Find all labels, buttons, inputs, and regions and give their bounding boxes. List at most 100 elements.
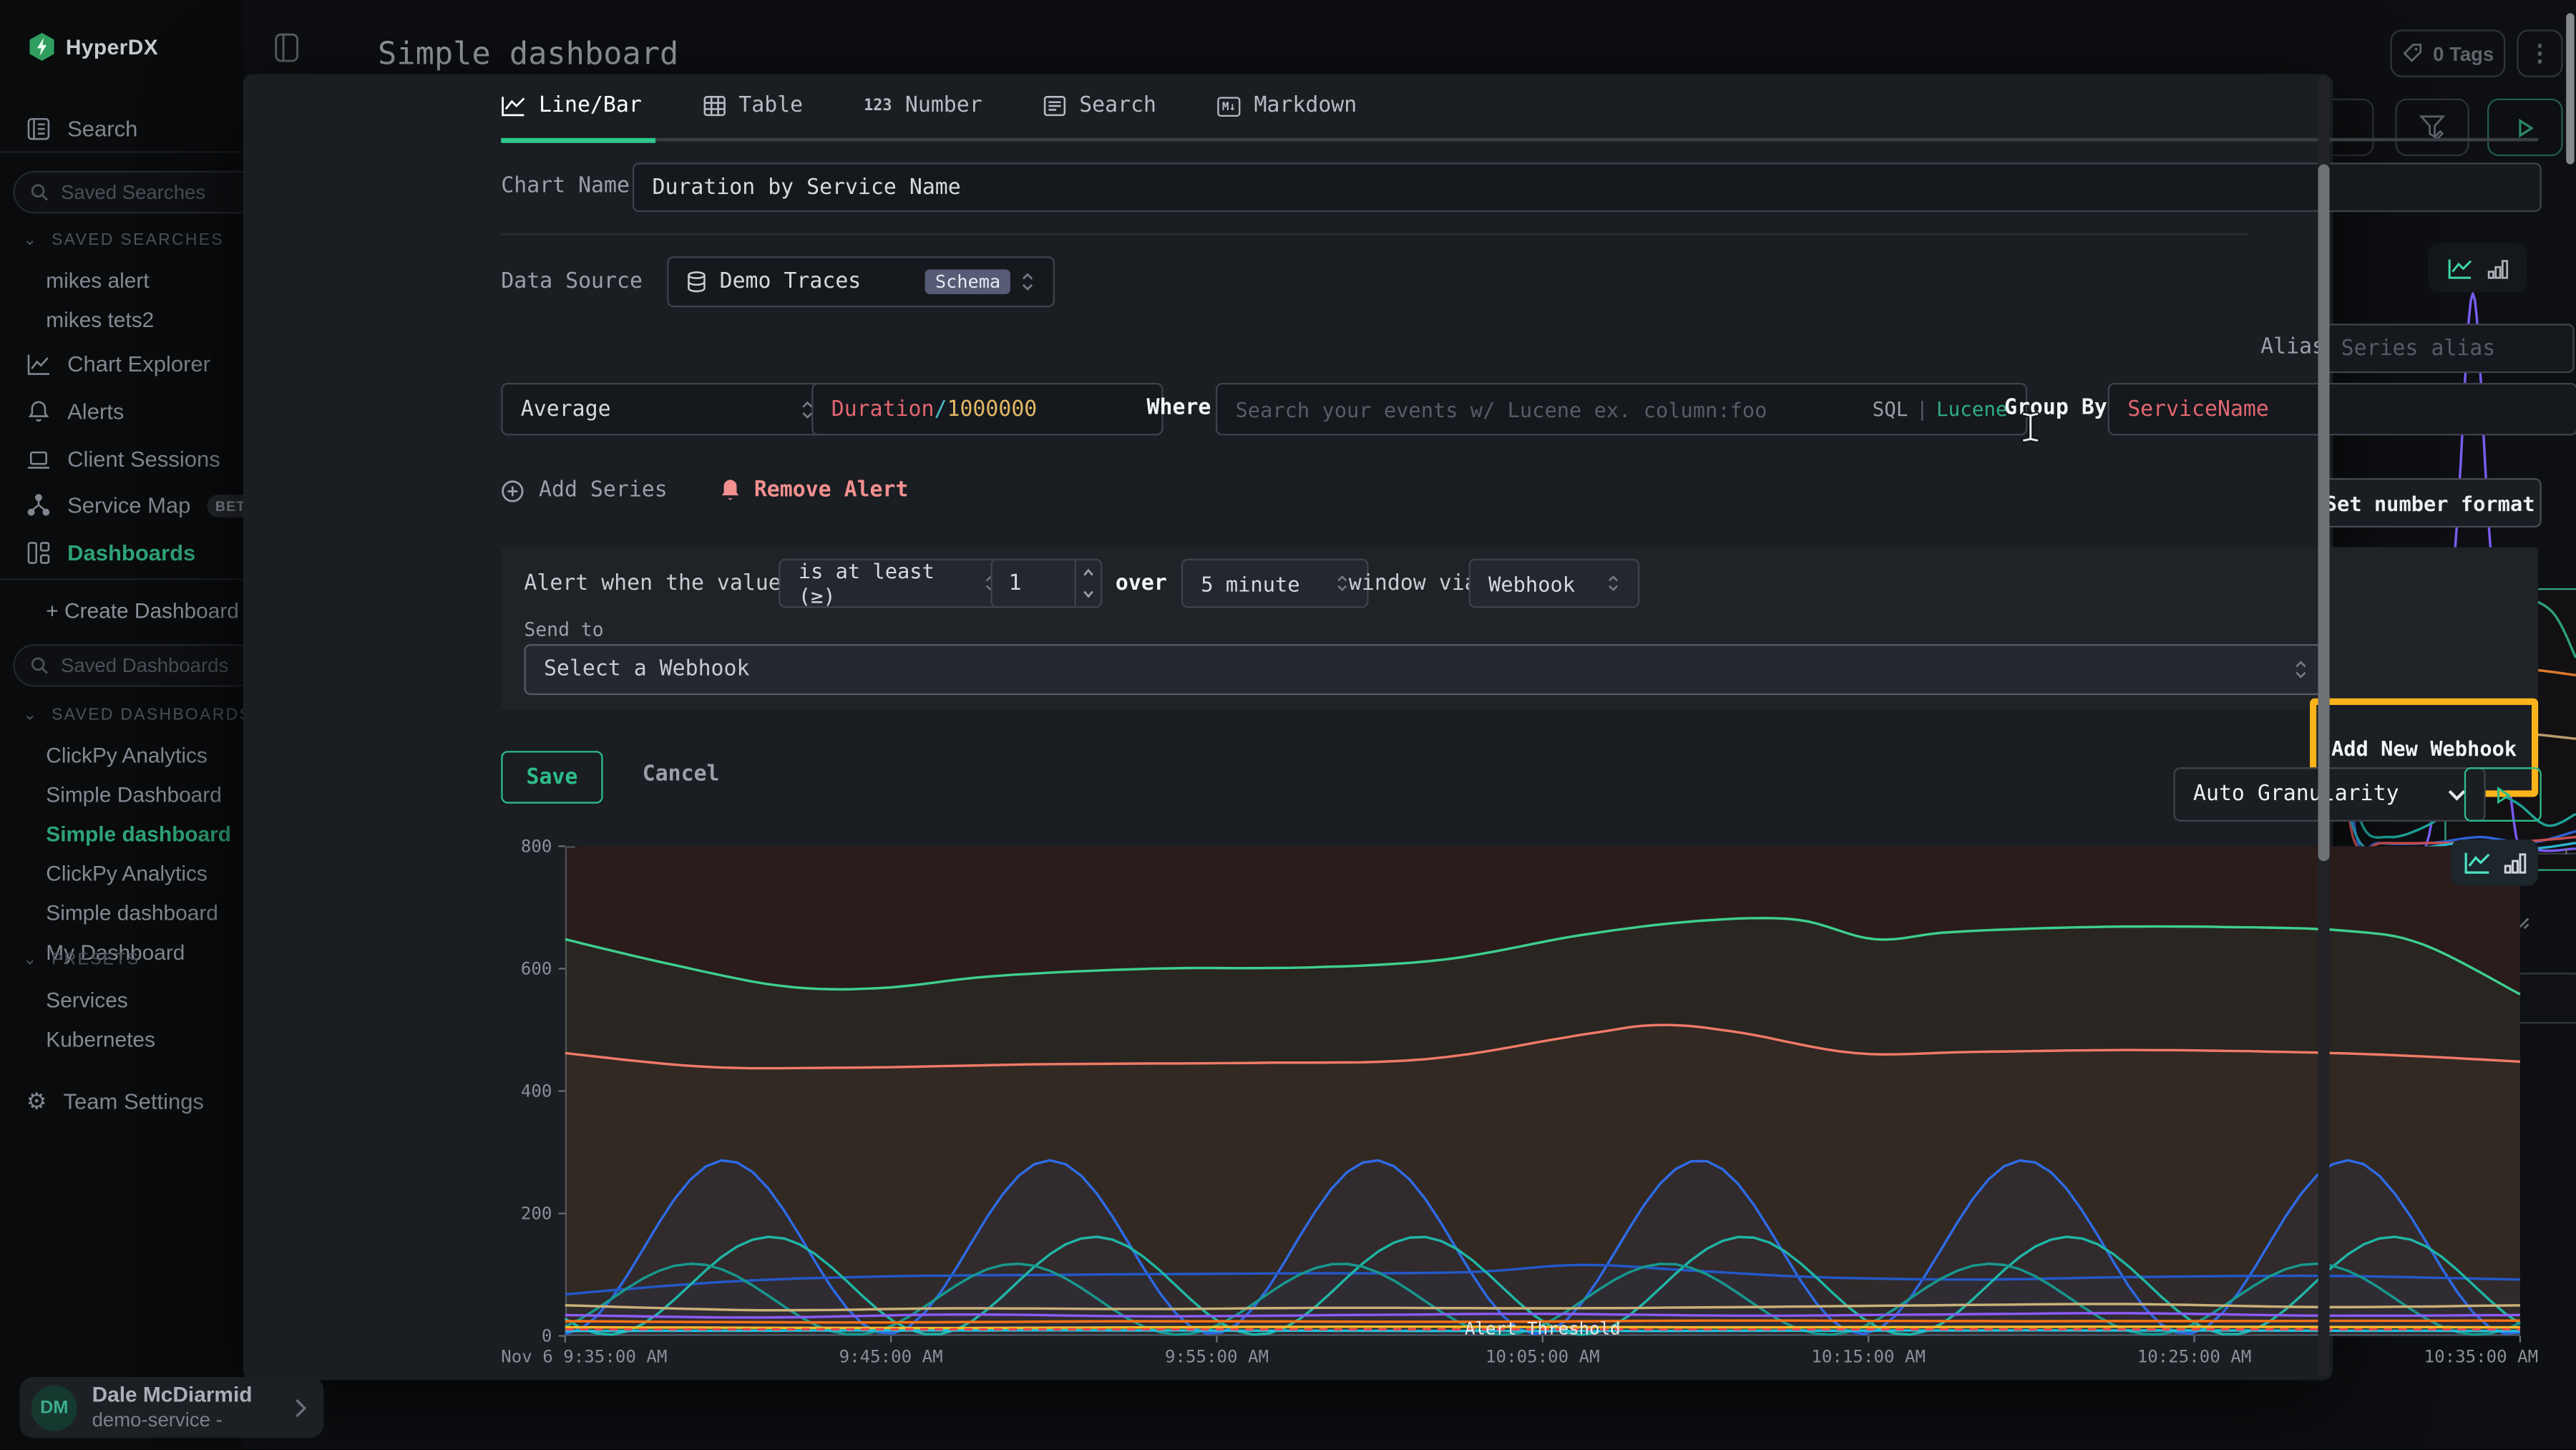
presets-header[interactable]: ⌄ PRESETS (23, 951, 243, 969)
saved-dashboard-item[interactable]: ClickPy Analytics (0, 853, 243, 892)
kebab-menu-button[interactable]: ⋮ (2517, 29, 2562, 77)
preset-item[interactable]: Kubernetes (0, 1018, 243, 1058)
saved-searches-search-input[interactable]: Saved Searches (13, 171, 259, 214)
sidebar-item-search[interactable]: Search (0, 105, 270, 153)
cancel-button[interactable]: Cancel (643, 762, 720, 787)
over-label: over (1116, 572, 1167, 596)
saved-dashboard-item[interactable]: Simple dashboard (0, 813, 243, 852)
active-tab-underline (501, 137, 655, 142)
text-cursor (2019, 411, 2042, 444)
table-icon (703, 95, 726, 117)
preset-item[interactable]: Services (0, 979, 243, 1018)
aggregation-select[interactable]: Average (501, 383, 834, 435)
expression-input[interactable]: Duration/1000000 (811, 383, 1163, 435)
preview-chart: 0200400600800Nov 6 9:35:00 AM9:45:00 AM9… (565, 846, 2520, 1335)
filter-button[interactable] (2395, 99, 2469, 156)
modal-scrollbar-thumb[interactable] (2318, 165, 2330, 861)
data-source-label: Data Source (501, 270, 643, 294)
search-placeholder: Saved Dashboards (61, 654, 228, 677)
tag-icon (2401, 43, 2423, 64)
saved-dashboard-item[interactable]: ClickPy Analytics (0, 734, 243, 774)
sidebar-item-alerts[interactable]: Alerts (0, 388, 270, 436)
alert-channel-select[interactable]: Webhook (1469, 559, 1640, 608)
search-placeholder: Saved Searches (61, 181, 205, 204)
sidebar-item-service-map[interactable]: Service Map BETA (0, 482, 270, 530)
sidebar-item-client-sessions[interactable]: Client Sessions (0, 435, 270, 483)
run-query-button[interactable] (2487, 99, 2563, 156)
saved-dashboards-header[interactable]: ⌄ SAVED DASHBOARDS (23, 706, 243, 724)
chevron-down-icon: ⌄ (23, 706, 39, 724)
tags-button[interactable]: 0 Tags (2391, 29, 2506, 77)
saved-dashboards-search-input[interactable]: Saved Dashboards (13, 644, 259, 687)
x-axis-tick-label: 10:05:00 AM (1485, 1346, 1600, 1366)
saved-dashboards-list: ClickPy AnalyticsSimple DashboardSimple … (0, 734, 243, 971)
saved-searches-header[interactable]: ⌄ SAVED SEARCHES (23, 232, 243, 250)
sidebar-item-team-settings[interactable]: ⚙ Team Settings (0, 1078, 270, 1126)
chart-explorer-icon (26, 352, 51, 375)
bar-chart-icon[interactable] (2503, 851, 2526, 874)
play-icon (2515, 117, 2535, 137)
tab-markdown[interactable]: M↓ Markdown (1217, 94, 1357, 118)
edit-chart-modal: Line/Bar Table 123 Number (243, 74, 2333, 1380)
tabs-underline (501, 138, 2538, 142)
create-dashboard-button[interactable]: + Create Dashboard (46, 598, 239, 623)
group-by-input[interactable]: ServiceName (2108, 383, 2576, 435)
service-map-icon (26, 493, 51, 517)
saved-search-item[interactable]: mikes alert (0, 260, 243, 299)
saved-dashboard-item[interactable]: Simple Dashboard (0, 774, 243, 813)
sidebar-item-chart-explorer[interactable]: Chart Explorer (0, 340, 270, 388)
chart-name-input[interactable]: Duration by Service Name (633, 162, 2542, 212)
modal-run-button[interactable] (2464, 767, 2542, 822)
saved-search-item[interactable]: mikes tets2 (0, 299, 243, 339)
chevron-right-icon (294, 1398, 307, 1418)
page-title: Simple dashboard (378, 37, 678, 73)
where-input[interactable]: Search your events w/ Lucene ex. column:… (1216, 383, 2027, 435)
add-new-webhook-button[interactable]: Add New Webhook (2331, 735, 2517, 759)
x-axis-tick-label: 10:25:00 AM (2137, 1346, 2252, 1366)
gear-icon: ⚙ (26, 1089, 47, 1115)
play-icon (2494, 784, 2512, 804)
user-menu[interactable]: DM Dale McDiarmid demo-service - (20, 1377, 324, 1438)
x-axis-tick-label: 10:35:00 AM (2424, 1346, 2539, 1366)
where-label: Where (1147, 396, 1211, 420)
save-button[interactable]: Save (501, 751, 602, 803)
database-icon (687, 271, 707, 293)
laptop-icon (26, 448, 51, 471)
sql-mode-toggle[interactable]: SQL (1873, 398, 1908, 421)
webhook-select[interactable]: Select a Webhook (524, 644, 2328, 695)
updown-carets-icon (1606, 573, 1619, 593)
saved-dashboard-item[interactable]: Simple dashboard (0, 892, 243, 932)
tab-number[interactable]: 123 Number (864, 94, 982, 118)
sidebar-item-dashboards[interactable]: Dashboards (0, 529, 270, 577)
alert-condition-select[interactable]: is at least (≥) (779, 559, 1015, 608)
sidebar-toggle-icon[interactable] (274, 33, 298, 62)
line-chart-icon[interactable] (2464, 851, 2490, 874)
y-axis-tick-label: 800 (521, 836, 552, 856)
add-series-button[interactable]: Add Series (501, 478, 668, 502)
updown-carets-icon (1020, 271, 1035, 293)
bar-chart-icon[interactable] (2487, 257, 2508, 278)
line-chart-icon[interactable] (2447, 257, 2472, 278)
user-org: demo-service - (92, 1408, 253, 1433)
brand[interactable]: HyperDX (29, 33, 158, 61)
number-spinner[interactable] (1075, 560, 1101, 606)
tab-line-bar[interactable]: Line/Bar (501, 94, 642, 118)
set-number-format-button[interactable]: Set number format (2318, 478, 2542, 527)
window-via-label: window via (1349, 572, 1478, 596)
updown-carets-icon (2293, 659, 2308, 681)
data-source-select[interactable]: Demo Traces Schema (667, 256, 1055, 307)
filter-edit-icon (2419, 113, 2446, 141)
tab-search[interactable]: Search (1043, 94, 1156, 118)
chart-type-toggle[interactable] (2451, 840, 2538, 885)
page-scrollbar-thumb[interactable] (2566, 13, 2574, 164)
chevron-down-icon: ⌄ (23, 951, 39, 969)
tab-table[interactable]: Table (703, 94, 803, 118)
alias-label: Alias (2260, 335, 2325, 359)
send-to-label: Send to (524, 618, 603, 641)
markdown-icon: M↓ (1217, 96, 1241, 116)
alert-window-select[interactable]: 5 minute (1181, 559, 1369, 608)
alias-input[interactable]: Series alias (2321, 323, 2575, 373)
remove-alert-button[interactable]: Remove Alert (720, 478, 909, 502)
lucene-mode-toggle[interactable]: Lucene (1936, 398, 2008, 421)
alert-threshold-input[interactable]: 1 (990, 559, 1102, 608)
